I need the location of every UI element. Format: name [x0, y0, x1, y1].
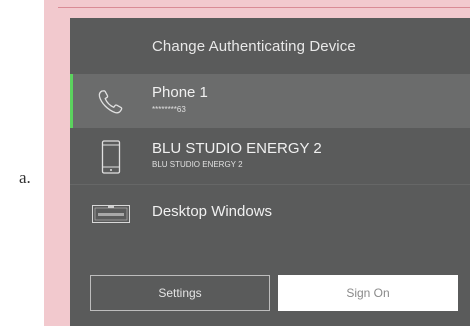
device-name: Phone 1: [152, 84, 208, 101]
device-name: Desktop Windows: [152, 203, 273, 220]
selected-indicator: [70, 74, 73, 128]
device-item-phone-1[interactable]: Phone 1 ********63: [70, 74, 470, 128]
phone-handset-icon: [96, 88, 126, 121]
dialog-title: Change Authenticating Device: [152, 38, 356, 55]
settings-button[interactable]: Settings: [90, 275, 270, 311]
desktop-app-icon: [92, 205, 130, 228]
device-item-desktop-windows[interactable]: Desktop Windows: [70, 185, 470, 241]
device-detail: BLU STUDIO ENERGY 2: [152, 160, 243, 169]
smartphone-icon: [101, 140, 121, 179]
auth-device-dialog: Change Authenticating Device Phone 1 ***…: [70, 18, 470, 326]
device-detail: ********63: [152, 105, 186, 114]
frame-top-line: [58, 7, 470, 8]
sign-on-button[interactable]: Sign On: [278, 275, 458, 311]
item-letter: a.: [19, 168, 31, 187]
device-name: BLU STUDIO ENERGY 2: [152, 140, 322, 157]
device-item-blu-studio[interactable]: BLU STUDIO ENERGY 2 BLU STUDIO ENERGY 2: [70, 128, 470, 184]
